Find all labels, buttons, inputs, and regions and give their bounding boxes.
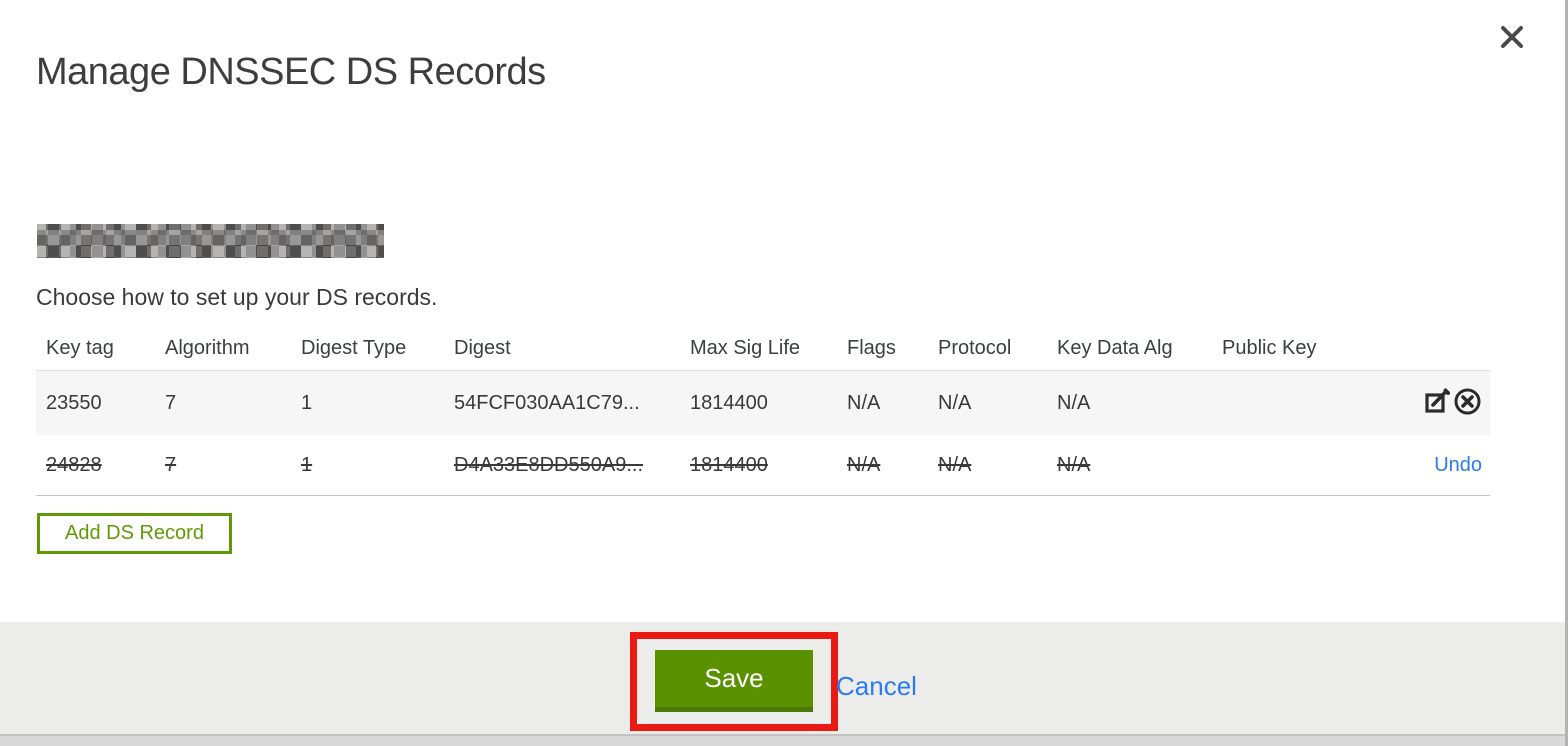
column-header-key-data-alg: Key Data Alg: [1057, 336, 1173, 359]
dialog-window: Manage DNSSEC DS Records Choose how to s…: [0, 0, 1568, 746]
undo-link[interactable]: Undo: [1434, 454, 1482, 476]
cell-digest-type: 1: [301, 391, 313, 414]
cell-max-sig-life: 1814400: [690, 391, 768, 414]
ds-records-table: Key tag Algorithm Digest Type Digest Max…: [36, 326, 1490, 496]
cell-key-tag: 24828: [46, 453, 102, 476]
domain-name-redacted: [37, 224, 384, 258]
dialog-footer: Save Cancel: [0, 622, 1565, 734]
table-row: 23550 7 1 54FCF030AA1C79... 1814400 N/A …: [36, 370, 1490, 435]
edit-record-button[interactable]: [1424, 388, 1451, 418]
column-header-actions: [1362, 326, 1490, 371]
column-header-flags: Flags: [847, 336, 896, 359]
cell-key-tag: 23550: [46, 391, 102, 414]
table-header-row: Key tag Algorithm Digest Type Digest Max…: [36, 326, 1490, 371]
edit-icon: [1424, 388, 1451, 418]
column-header-digest-type: Digest Type: [301, 336, 407, 359]
window-bottom-edge: [0, 736, 1565, 746]
cell-key-data-alg: N/A: [1057, 453, 1091, 476]
cell-digest: 54FCF030AA1C79...: [454, 391, 640, 414]
column-header-public-key: Public Key: [1222, 336, 1317, 359]
cell-key-data-alg: N/A: [1057, 391, 1091, 414]
annotation-highlight-red-box: Save: [630, 632, 838, 731]
cell-protocol: N/A: [938, 453, 972, 476]
column-header-key-tag: Key tag: [46, 336, 114, 359]
cell-digest: D4A33E8DD550A9...: [454, 453, 644, 476]
add-ds-record-button[interactable]: Add DS Record: [37, 513, 232, 554]
cell-algorithm: 7: [165, 391, 177, 414]
table-row-deleted: 24828 7 1 D4A33E8DD550A9... 1814400 N/A …: [36, 435, 1490, 496]
instruction-text: Choose how to set up your DS records.: [36, 284, 438, 310]
delete-record-button[interactable]: [1453, 387, 1482, 419]
column-header-max-sig-life: Max Sig Life: [690, 336, 801, 359]
cell-flags: N/A: [847, 453, 881, 476]
cell-algorithm: 7: [165, 453, 177, 476]
cell-digest-type: 1: [301, 453, 313, 476]
delete-icon: [1453, 388, 1482, 419]
column-header-protocol: Protocol: [938, 336, 1012, 359]
cell-max-sig-life: 1814400: [690, 453, 768, 476]
save-button[interactable]: Save: [655, 650, 813, 712]
page-title: Manage DNSSEC DS Records: [36, 51, 546, 94]
cancel-link[interactable]: Cancel: [836, 671, 917, 702]
close-button[interactable]: [1499, 22, 1529, 52]
cell-protocol: N/A: [938, 391, 972, 414]
cell-flags: N/A: [847, 391, 881, 414]
column-header-digest: Digest: [454, 336, 511, 359]
column-header-algorithm: Algorithm: [165, 336, 250, 359]
close-icon: [1499, 24, 1529, 50]
